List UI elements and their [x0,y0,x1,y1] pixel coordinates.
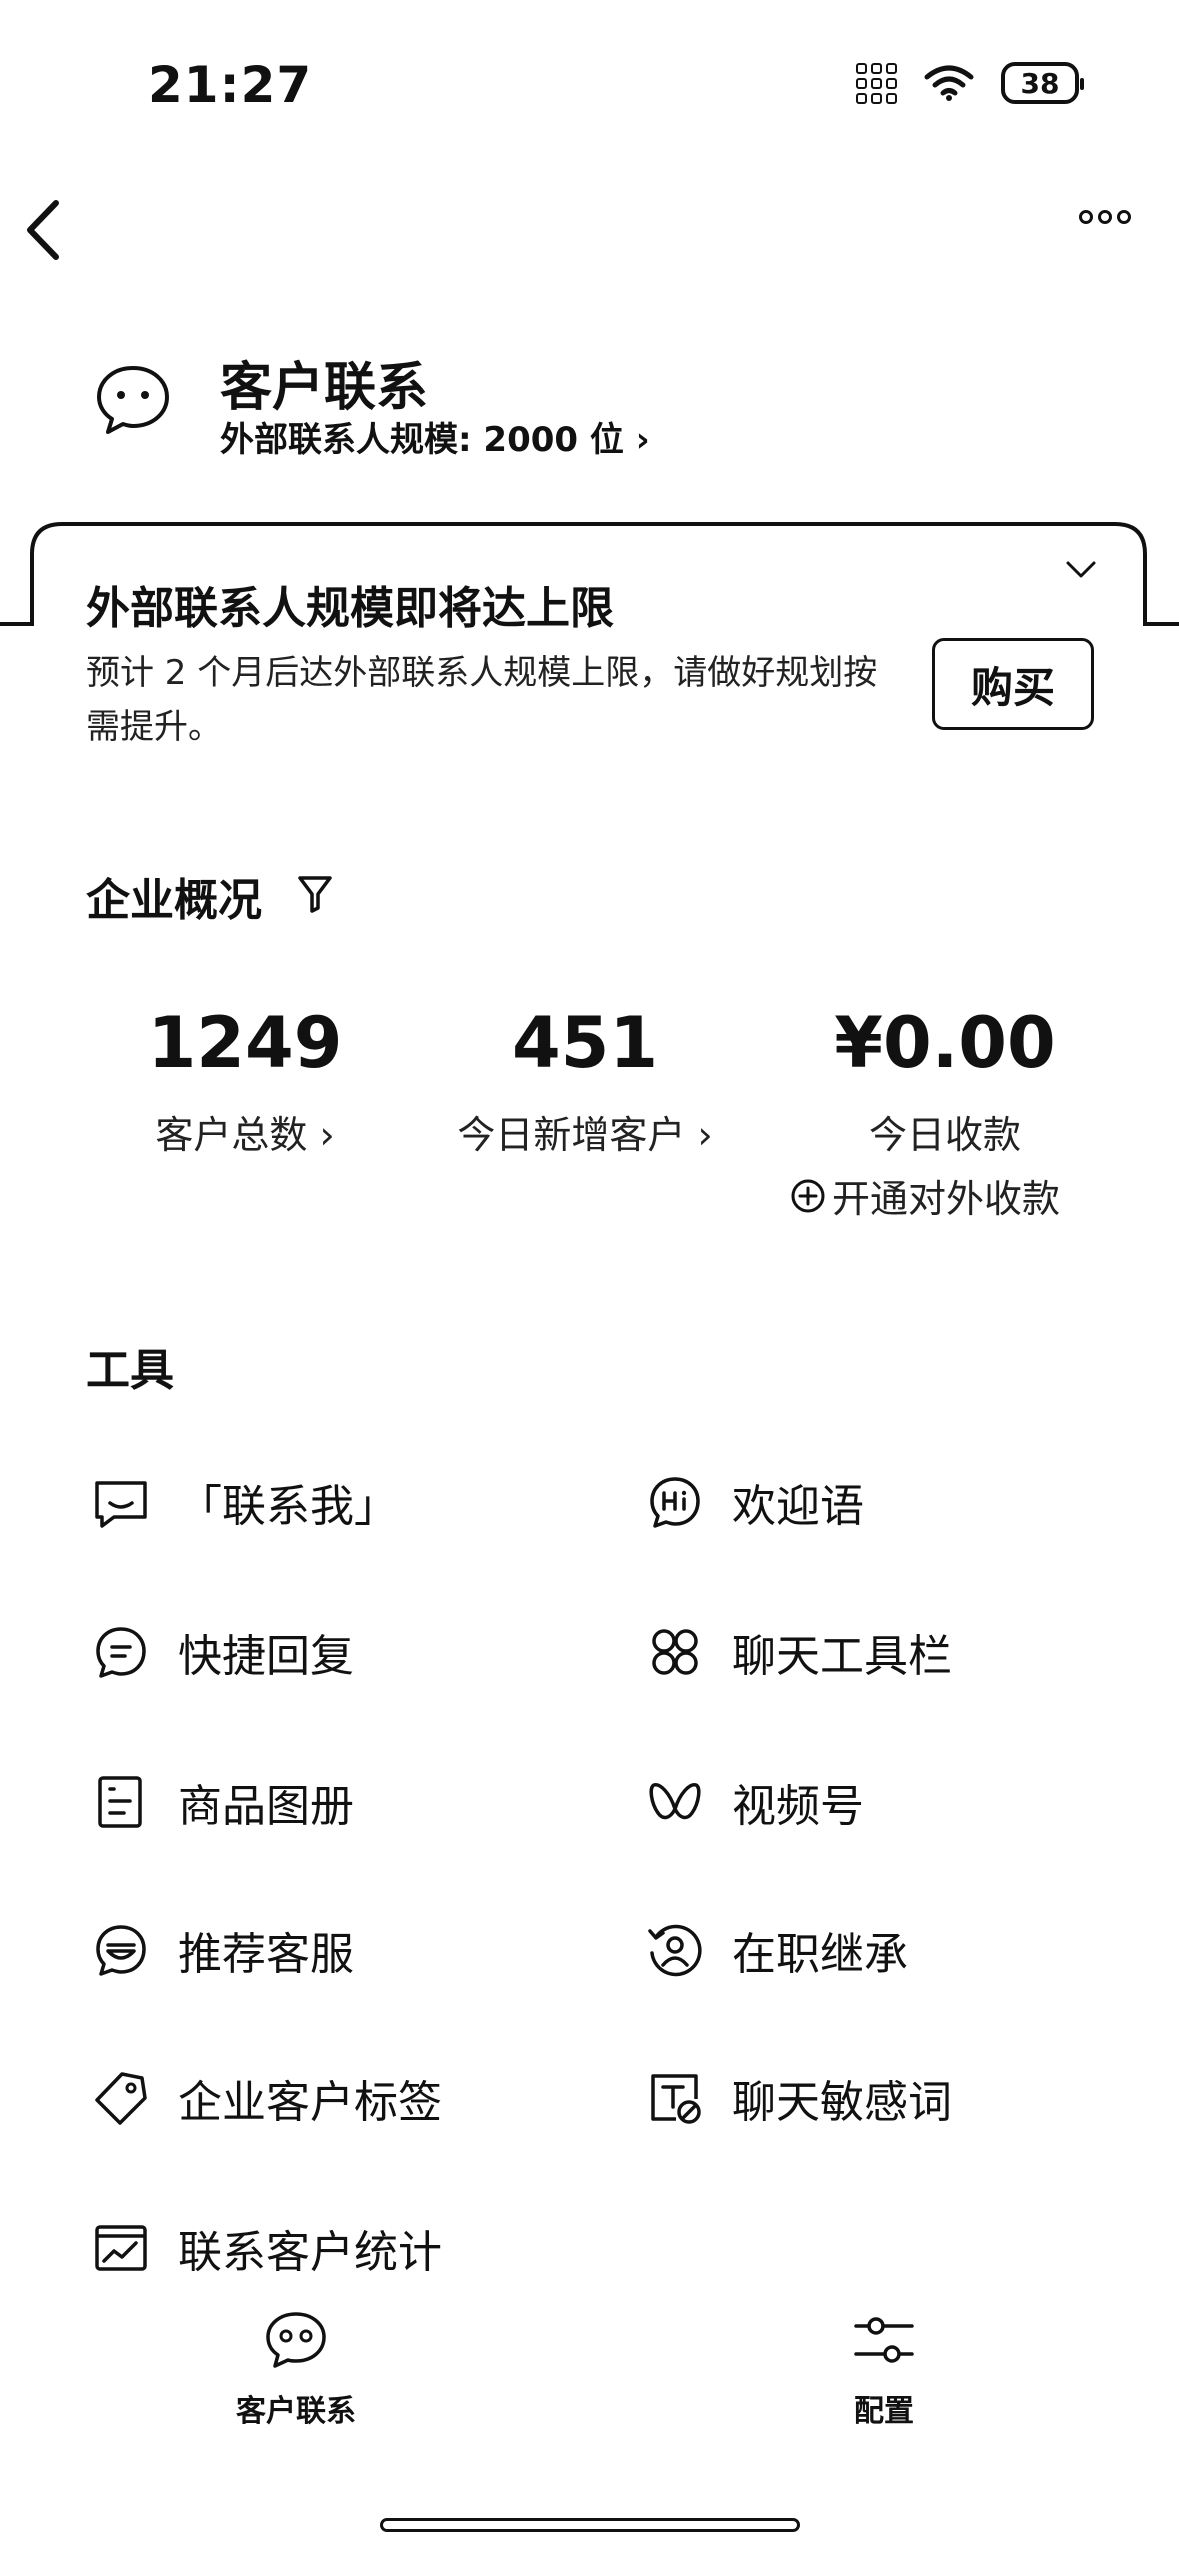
tool-label: 视频号 [732,1781,864,1832]
stat-total-customers-value: 1249 [147,1002,343,1084]
tool-channels[interactable]: 视频号 [646,1770,864,1834]
signal-icon [856,62,897,104]
tool-label: 企业客户标签 [178,2077,442,2128]
status-time: 21:27 [148,56,313,114]
tools-title: 工具 [86,1345,174,1396]
tool-label: 商品图册 [178,1781,354,1832]
tool-label: 推荐客服 [178,1929,354,1980]
tool-label: 在职继承 [732,1929,908,1980]
battery-level: 38 [1020,66,1060,100]
quick-reply-icon [96,1627,146,1678]
stat-payment-value: ¥0.00 [834,1002,1056,1084]
tab-settings[interactable]: 配置 [764,2310,1004,2430]
battery-indicator: 38 [1001,62,1084,104]
stat-new-customers-link[interactable]: 今日新增客户 › [420,1104,750,1159]
tag-icon [95,2072,147,2125]
contact-scale-link[interactable]: 外部联系人规模: 2000 位 › [220,412,650,461]
chevron-down-icon[interactable] [1065,560,1097,580]
tool-welcome-message[interactable]: 欢迎语 [646,1470,864,1534]
tab-label: 客户联系 [236,2394,356,2429]
alert-title: 外部联系人规模即将达上限 [86,583,614,634]
wifi-icon [924,65,974,101]
more-dot [1117,210,1131,224]
overview-title: 企业概况 [86,875,262,926]
tool-contact-stats[interactable]: 联系客户统计 [92,2216,442,2280]
tool-recommend-service[interactable]: 推荐客服 [92,1918,354,1982]
more-dot [1079,210,1093,224]
tool-chat-toolbar[interactable]: 聊天工具栏 [646,1620,952,1684]
chat-icon [266,2312,326,2368]
tab-label: 配置 [854,2394,914,2429]
plus-circle-icon [791,1179,825,1212]
tool-sensitive-words[interactable]: 聊天敏感词 [646,2066,952,2130]
tool-contact-me[interactable]: 「联系我」 [92,1470,398,1534]
home-indicator[interactable] [380,2518,800,2532]
page-title: 客户联系 [220,358,429,418]
wechat-contact-icon [97,366,169,434]
sensitive-word-icon [651,2074,701,2124]
stat-total-customers-link[interactable]: 客户总数 › [80,1104,410,1159]
succession-icon [648,1924,702,1977]
stats-icon [95,2225,147,2271]
product-catalog-icon [98,1776,142,1828]
status-icons: 38 [856,62,1084,104]
buy-button[interactable]: 购买 [932,638,1094,730]
open-payment-label: 开通对外收款 [832,1177,1061,1221]
recommend-service-icon [96,1925,146,1976]
tool-label: 快捷回复 [178,1631,354,1682]
tab-customer-contact[interactable]: 客户联系 [176,2310,416,2430]
filter-icon[interactable] [296,874,334,914]
tool-succession[interactable]: 在职继承 [646,1918,908,1982]
more-options-button[interactable] [1079,210,1131,224]
back-button[interactable] [18,195,72,265]
stat-new-customers-value: 451 [511,1002,659,1084]
hi-icon [650,1477,700,1528]
alert-message: 预计 2 个月后达外部联系人规模上限，请做好规划按需提升。 [86,653,878,747]
toolbar-icon [652,1629,698,1675]
more-dot [1098,210,1112,224]
tool-product-catalog[interactable]: 商品图册 [92,1770,354,1834]
tool-label: 联系客户统计 [178,2227,442,2278]
channels-icon [649,1783,701,1820]
tool-quick-reply[interactable]: 快捷回复 [92,1620,354,1684]
chat-bubble-icon [95,1481,147,1528]
open-payment-link[interactable]: 开通对外收款 [790,1168,1060,1223]
tool-label: 「联系我」 [178,1481,398,1532]
tool-label: 聊天工具栏 [732,1631,952,1682]
tool-customer-tags[interactable]: 企业客户标签 [92,2066,442,2130]
tool-label: 欢迎语 [732,1481,864,1532]
stat-payment-label: 今日收款 [868,1113,1021,1157]
settings-sliders-icon [854,2317,914,2363]
tool-label: 聊天敏感词 [732,2077,952,2128]
